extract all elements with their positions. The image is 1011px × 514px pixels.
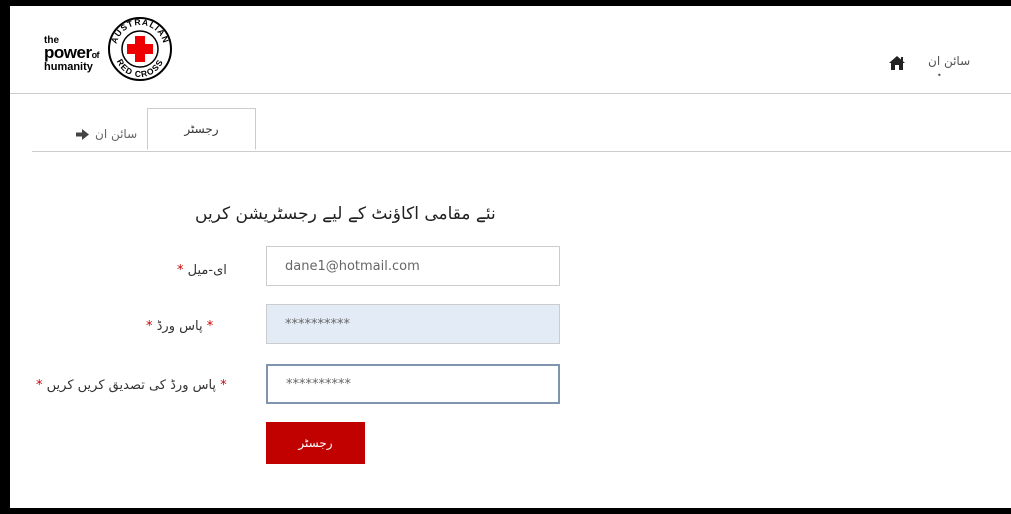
email-field[interactable] xyxy=(266,246,560,286)
tab-register[interactable]: رجسٹر xyxy=(147,108,256,150)
register-button[interactable]: رجسٹر xyxy=(266,422,365,464)
arrow-right-icon xyxy=(76,128,89,140)
header-sign-in-dot: • xyxy=(937,71,942,80)
header-sign-in-link[interactable]: سائن ان xyxy=(928,54,970,68)
confirm-password-label: * پاس ورڈ کی تصدیق کریں کریں * xyxy=(36,378,227,393)
logo-line2: powerof xyxy=(44,43,100,62)
page: the powerof humanity AUSTRALIAN RED CROS… xyxy=(10,6,1011,508)
confirm-label-text: پاس ورڈ کی تصدیق کریں کریں xyxy=(46,378,217,393)
tab-register-label: رجسٹر xyxy=(184,122,219,136)
tab-sign-in-label: سائن ان xyxy=(95,127,138,141)
confirm-required-mark-left: * xyxy=(220,378,227,393)
logo-line2-main: power xyxy=(44,43,92,62)
red-cross-seal-icon: AUSTRALIAN RED CROSS xyxy=(108,17,172,81)
confirm-password-field[interactable] xyxy=(266,364,560,404)
email-label-text: ای-میل xyxy=(187,263,227,278)
email-label: ای-میل * xyxy=(177,263,227,278)
form-title: نئے مقامی اکاؤنٹ کے لیے رجسٹریشن کریں xyxy=(195,204,496,224)
tabs-divider xyxy=(32,151,1011,152)
logo-line2-small: of xyxy=(91,50,100,60)
password-required-mark-left: * xyxy=(206,319,214,334)
logo-wordmark: the powerof humanity xyxy=(44,36,100,73)
tab-sign-in[interactable]: سائن ان xyxy=(76,127,137,141)
password-label: * پاس ورڈ * xyxy=(146,319,213,334)
logo-line3: humanity xyxy=(44,61,93,73)
home-icon[interactable] xyxy=(888,55,906,71)
password-label-text: پاس ورڈ xyxy=(156,319,203,334)
logo[interactable]: the powerof humanity AUSTRALIAN RED CROS… xyxy=(40,14,210,84)
password-field[interactable] xyxy=(266,304,560,344)
confirm-required-mark-right: * xyxy=(36,378,43,393)
email-required-mark: * xyxy=(177,263,184,278)
header-divider xyxy=(10,93,1011,94)
password-required-mark-right: * xyxy=(146,319,153,334)
